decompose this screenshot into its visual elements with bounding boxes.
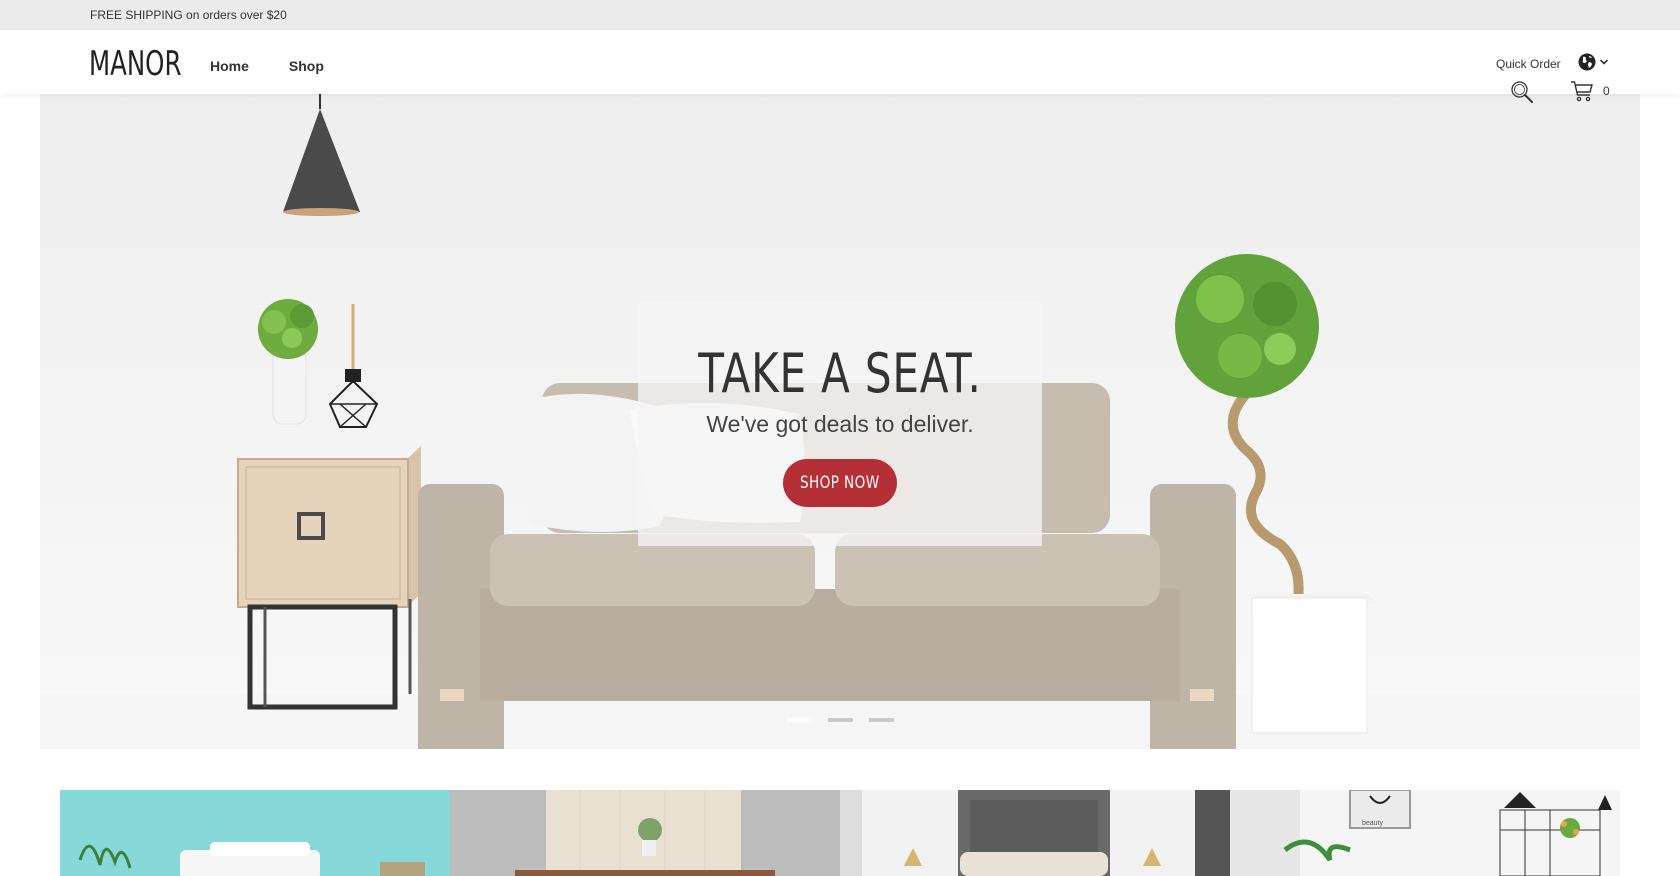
carousel-indicators [787, 718, 894, 722]
nav-item-home[interactable]: Home [210, 58, 249, 74]
cart-icon [1571, 81, 1593, 102]
hero-banner: TAKE A SEAT. We've got deals to deliver.… [40, 94, 1640, 749]
planter-box [1251, 597, 1368, 734]
category-image-1 [60, 790, 450, 876]
quick-order-link[interactable]: Quick Order [1496, 57, 1561, 71]
category-tile-1[interactable] [60, 790, 450, 876]
category-tile-2[interactable] [450, 790, 840, 876]
svg-text:beauty: beauty [1362, 820, 1384, 827]
search-icon [1511, 81, 1533, 103]
category-image-4: beauty [1230, 790, 1620, 876]
category-tile-4[interactable]: beauty [1230, 790, 1620, 876]
search-button[interactable] [1510, 80, 1534, 109]
pendant-lamp [283, 109, 360, 212]
chevron-down-icon [1599, 59, 1609, 65]
cart-count: 0 [1603, 84, 1610, 98]
carousel-dot-1[interactable] [787, 718, 812, 722]
category-tile-3[interactable] [840, 790, 1230, 876]
shop-now-button[interactable]: SHOP NOW [783, 459, 897, 507]
hero-title: TAKE A SEAT. [698, 342, 982, 405]
main-nav: Home Shop [210, 58, 324, 74]
nav-item-shop[interactable]: Shop [289, 58, 324, 74]
promo-text: FREE SHIPPING on orders over $20 [90, 8, 287, 22]
category-tiles: beauty [60, 790, 1620, 876]
category-image-3 [840, 790, 1230, 876]
carousel-dot-2[interactable] [828, 718, 853, 722]
shop-now-label: SHOP NOW [800, 473, 880, 493]
carousel-dot-3[interactable] [869, 718, 894, 722]
promo-bar: FREE SHIPPING on orders over $20 [0, 0, 1680, 30]
hero-subtitle: We've got deals to deliver. [706, 411, 974, 437]
hero-text-panel: TAKE A SEAT. We've got deals to deliver.… [638, 302, 1042, 546]
category-image-2 [450, 790, 840, 876]
site-logo[interactable]: MANOR [89, 44, 181, 84]
site-header: MANOR Home Shop Quick Order 0 [0, 30, 1680, 103]
language-selector[interactable] [1578, 53, 1609, 71]
cart-button[interactable]: 0 [1570, 80, 1610, 102]
globe-icon [1578, 53, 1596, 71]
